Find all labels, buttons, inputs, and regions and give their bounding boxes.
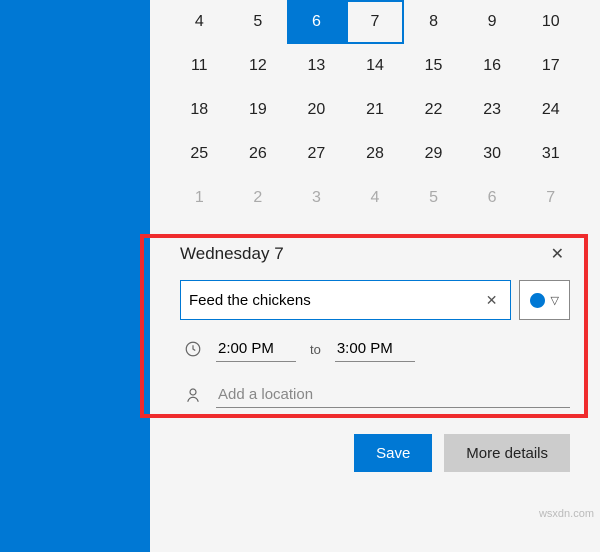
day-cell[interactable]: 13	[287, 44, 346, 88]
calendar-color-picker[interactable]: ▽	[519, 280, 570, 320]
chevron-down-icon: ▽	[551, 294, 559, 307]
start-time-input[interactable]	[216, 336, 296, 362]
day-cell-next-month[interactable]: 2	[229, 176, 288, 220]
day-cell-next-month[interactable]: 4	[346, 176, 405, 220]
day-cell[interactable]: 5	[229, 0, 288, 44]
day-cell[interactable]: 31	[521, 132, 580, 176]
event-header: Wednesday 7 ✕	[180, 242, 570, 266]
save-button[interactable]: Save	[354, 434, 432, 472]
location-input[interactable]	[216, 382, 570, 408]
time-to-label: to	[310, 342, 321, 357]
day-cell[interactable]: 23	[463, 88, 522, 132]
event-title-input[interactable]	[189, 292, 482, 309]
more-details-button[interactable]: More details	[444, 434, 570, 472]
day-cell[interactable]: 16	[463, 44, 522, 88]
day-cell[interactable]: 21	[346, 88, 405, 132]
event-time-row: to	[180, 336, 570, 362]
location-icon	[184, 386, 202, 404]
day-cell[interactable]: 14	[346, 44, 405, 88]
event-date-label: Wednesday 7	[180, 244, 284, 264]
day-cell[interactable]: 24	[521, 88, 580, 132]
day-cell[interactable]: 11	[170, 44, 229, 88]
day-cell[interactable]: 9	[463, 0, 522, 44]
day-cell[interactable]: 15	[404, 44, 463, 88]
event-title-field-wrap: ✕	[180, 280, 511, 320]
day-cell[interactable]: 25	[170, 132, 229, 176]
calendar-color-dot-icon	[530, 293, 545, 308]
event-location-row	[180, 382, 570, 408]
day-cell[interactable]: 20	[287, 88, 346, 132]
day-cell[interactable]: 30	[463, 132, 522, 176]
day-cell-next-month[interactable]: 5	[404, 176, 463, 220]
end-time-input[interactable]	[335, 336, 415, 362]
watermark: wsxdn.com	[539, 508, 594, 520]
day-cell[interactable]: 28	[346, 132, 405, 176]
day-cell-next-month[interactable]: 3	[287, 176, 346, 220]
day-cell[interactable]: 18	[170, 88, 229, 132]
day-cell-selected[interactable]: 7	[346, 0, 405, 44]
day-cell-next-month[interactable]: 7	[521, 176, 580, 220]
day-cell[interactable]: 27	[287, 132, 346, 176]
calendar-flyout: 4 5 6 7 8 9 10 11 12 13 14 15 16 17 18 1…	[150, 0, 600, 552]
calendar-grid: 4 5 6 7 8 9 10 11 12 13 14 15 16 17 18 1…	[170, 0, 580, 220]
day-cell[interactable]: 17	[521, 44, 580, 88]
close-icon[interactable]: ✕	[545, 242, 570, 266]
day-cell[interactable]: 26	[229, 132, 288, 176]
day-cell[interactable]: 19	[229, 88, 288, 132]
day-cell[interactable]: 4	[170, 0, 229, 44]
day-cell[interactable]: 8	[404, 0, 463, 44]
day-cell[interactable]: 10	[521, 0, 580, 44]
clock-icon	[184, 340, 202, 358]
event-button-row: Save More details	[180, 434, 570, 472]
event-quick-create-panel: Wednesday 7 ✕ ✕ ▽ to	[170, 228, 580, 496]
day-cell[interactable]: 22	[404, 88, 463, 132]
clear-title-icon[interactable]: ✕	[482, 288, 502, 313]
day-cell-next-month[interactable]: 6	[463, 176, 522, 220]
day-cell-next-month[interactable]: 1	[170, 176, 229, 220]
day-cell[interactable]: 12	[229, 44, 288, 88]
day-cell-today[interactable]: 6	[287, 0, 346, 44]
day-cell[interactable]: 29	[404, 132, 463, 176]
desktop-background	[0, 0, 150, 552]
event-title-row: ✕ ▽	[180, 280, 570, 320]
